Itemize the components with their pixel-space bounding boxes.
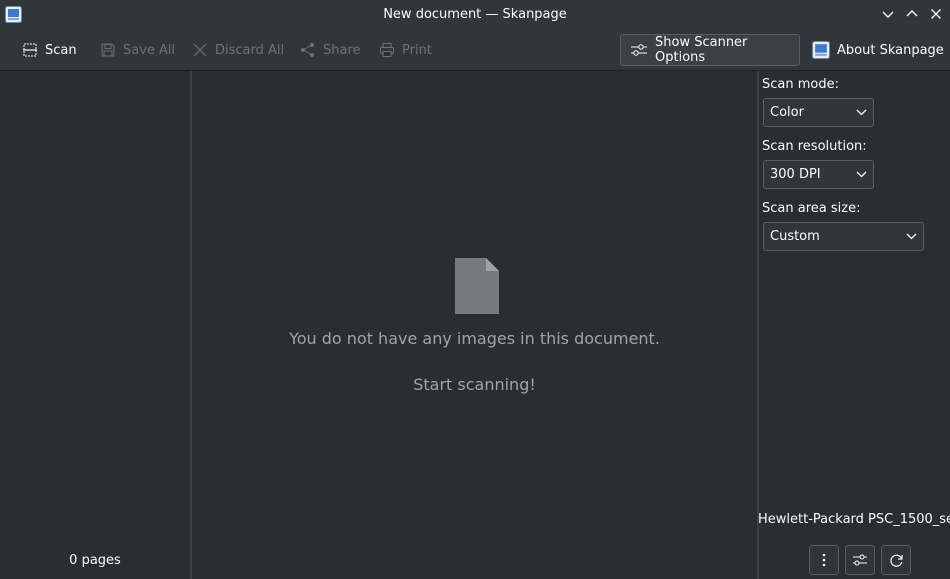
print-button[interactable]: Print — [373, 35, 438, 65]
chevron-down-icon — [906, 233, 917, 240]
document-icon — [455, 258, 499, 314]
minimize-icon[interactable] — [880, 6, 896, 22]
title-bar: New document — Skanpage — [0, 0, 950, 29]
scan-button-label: Scan — [45, 42, 77, 58]
scan-mode-value: Color — [770, 105, 804, 120]
empty-document-message: You do not have any images in this docum… — [289, 329, 660, 348]
discard-all-label: Discard All — [215, 42, 285, 58]
share-button[interactable]: Share — [294, 35, 367, 65]
discard-icon — [193, 43, 207, 57]
show-scanner-options-label: Show Scanner Options — [655, 35, 748, 65]
about-skanpage-button[interactable]: About Skanpage — [806, 35, 950, 65]
maximize-icon[interactable] — [904, 6, 920, 22]
chevron-down-icon — [856, 109, 867, 116]
scan-mode-label: Scan mode: — [762, 77, 839, 92]
pages-panel — [0, 71, 190, 579]
device-settings-button[interactable] — [845, 545, 875, 575]
about-skanpage-label: About Skanpage — [837, 42, 944, 58]
scan-button[interactable]: Scan — [16, 35, 83, 65]
scan-area-size-value: Custom — [770, 229, 820, 244]
start-scanning-hint: Start scanning! — [413, 375, 536, 394]
reload-devices-button[interactable] — [881, 545, 911, 575]
skanpage-about-icon — [812, 41, 830, 59]
page-count: 0 pages — [69, 553, 121, 568]
scan-mode-select[interactable]: Color — [763, 98, 874, 127]
show-scanner-options-button[interactable]: Show Scanner Options — [620, 34, 800, 66]
save-icon — [101, 43, 115, 57]
share-icon — [301, 43, 314, 57]
scan-resolution-select[interactable]: 300 DPI — [763, 160, 874, 189]
share-label: Share — [323, 42, 361, 58]
scan-area-size-label: Scan area size: — [762, 201, 861, 216]
scan-area-size-select[interactable]: Custom — [763, 222, 924, 251]
document-view: You do not have any images in this docum… — [192, 71, 757, 579]
window-title: New document — Skanpage — [383, 7, 567, 22]
refresh-icon — [889, 554, 903, 567]
main-toolbar: Scan Save All Discard All Share Print Sh… — [0, 29, 950, 71]
chevron-down-icon — [856, 171, 867, 178]
sliders-icon — [631, 44, 647, 56]
scan-resolution-label: Scan resolution: — [762, 139, 867, 154]
overflow-menu-icon — [822, 553, 826, 567]
print-label: Print — [402, 42, 432, 58]
scanner-options-panel: Scan mode: Color Scan resolution: 300 DP… — [758, 71, 950, 579]
save-all-label: Save All — [123, 42, 176, 58]
close-icon[interactable] — [928, 6, 944, 22]
scan-resolution-value: 300 DPI — [770, 167, 821, 182]
settings-sliders-icon — [853, 554, 867, 566]
discard-all-button[interactable]: Discard All — [186, 35, 290, 65]
more-options-button[interactable] — [809, 545, 839, 575]
save-all-button[interactable]: Save All — [94, 35, 181, 65]
scanner-device-name: Hewlett-Packard PSC_1500_series — [758, 512, 950, 527]
scan-icon — [23, 43, 37, 57]
printer-icon — [380, 43, 394, 57]
